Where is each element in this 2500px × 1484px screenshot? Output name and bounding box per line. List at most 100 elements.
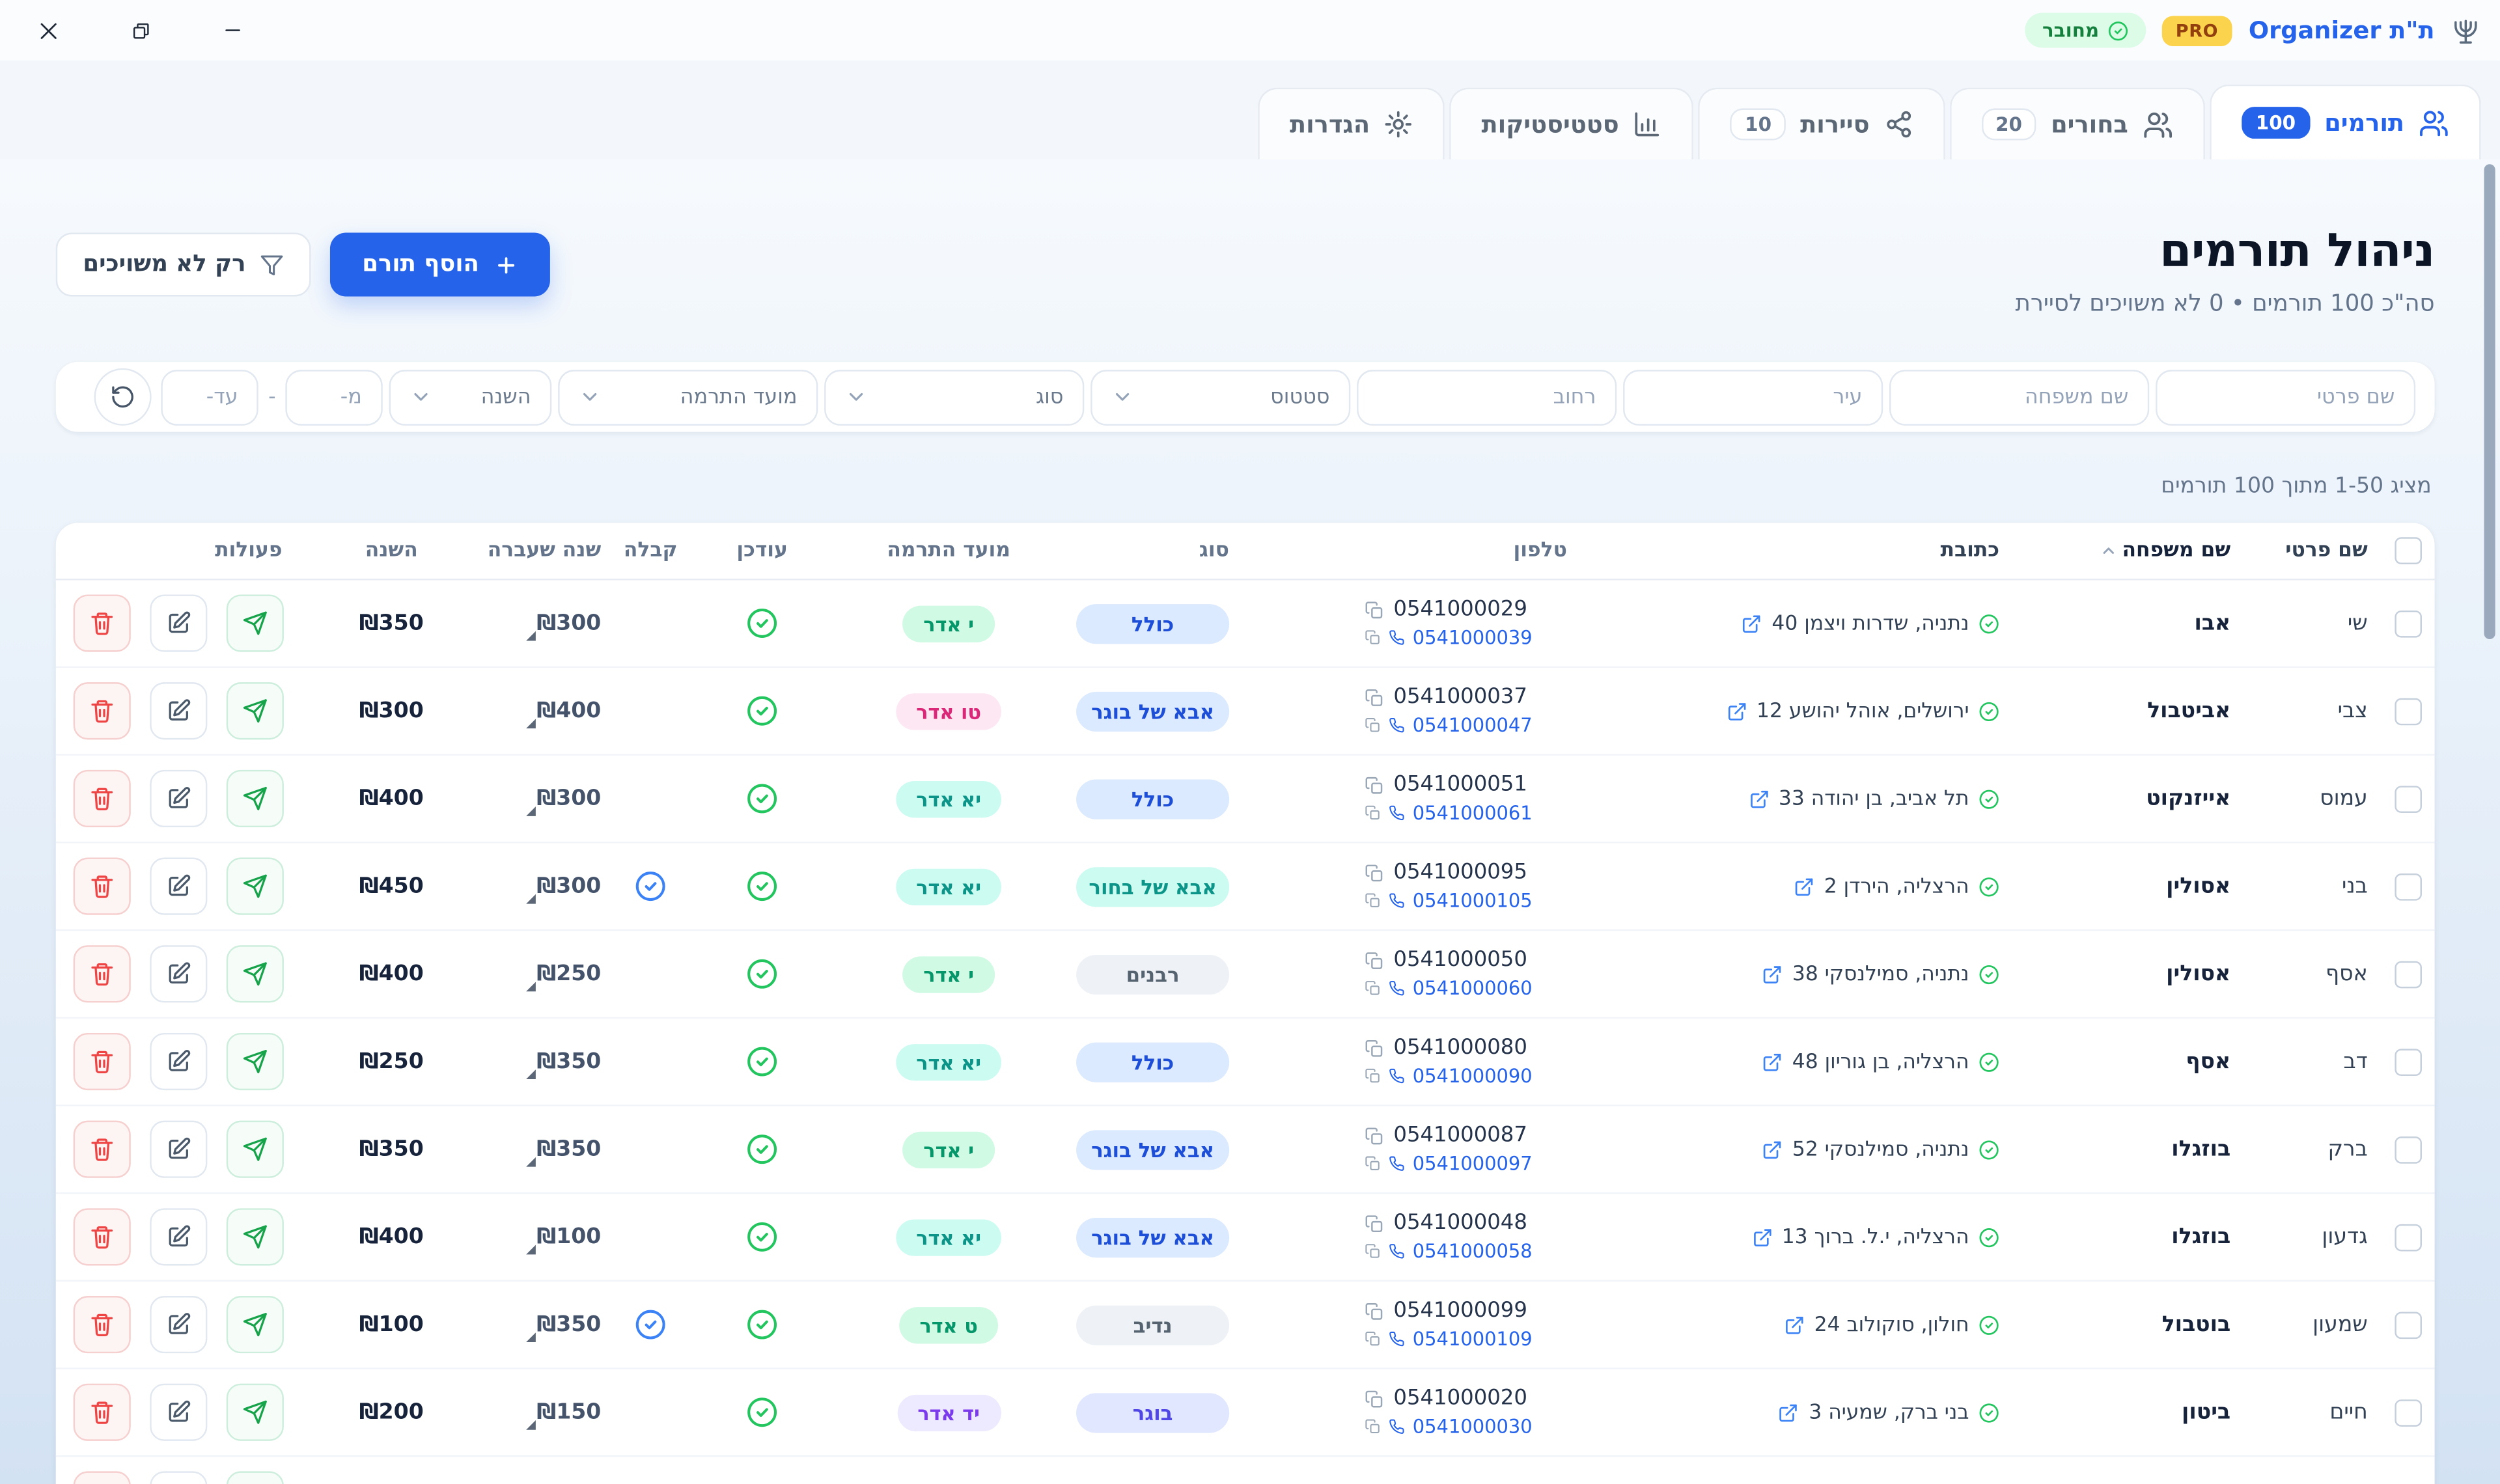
copy-icon[interactable] [1365,629,1380,645]
copy-icon[interactable] [1365,1331,1380,1347]
add-donor-button[interactable]: הוסף תורם [330,233,549,297]
edit-button[interactable] [150,858,207,915]
edit-button[interactable] [150,1121,207,1178]
tab-donors[interactable]: תורמים 100 [2210,85,2481,159]
window-restore-button[interactable] [118,8,163,53]
edit-button[interactable] [150,1296,207,1353]
delete-button[interactable] [74,1033,131,1090]
delete-button[interactable] [74,770,131,827]
street-filter-input[interactable] [1357,369,1617,425]
edit-button[interactable] [150,1471,207,1484]
external-link-icon[interactable] [1784,1314,1805,1335]
column-header-last-name[interactable]: שם משפחה [2041,523,2250,579]
row-checkbox[interactable] [2394,961,2421,988]
window-close-button[interactable] [25,8,70,53]
external-link-icon[interactable] [1794,876,1814,897]
donation-date-filter-select[interactable]: מועד התרמה [558,369,818,425]
delete-button[interactable] [74,594,131,652]
phone-icon[interactable] [1389,1068,1404,1084]
amount-to-input[interactable] [161,369,258,425]
copy-icon[interactable] [1365,951,1383,970]
row-checkbox[interactable] [2394,697,2421,724]
reset-filters-button[interactable] [94,368,152,426]
tab-statistics[interactable]: סטטיסטיקות [1450,88,1694,159]
edit-button[interactable] [150,594,207,652]
send-button[interactable] [227,945,284,1002]
send-button[interactable] [227,770,284,827]
last-name-filter-input[interactable] [1889,369,2149,425]
row-checkbox[interactable] [2394,610,2421,637]
copy-icon[interactable] [1365,1419,1380,1435]
phone-icon[interactable] [1389,1243,1404,1259]
copy-icon[interactable] [1365,775,1383,794]
phone-icon[interactable] [1389,1156,1404,1172]
tab-settings[interactable]: הגדרות [1258,88,1445,159]
copy-icon[interactable] [1365,892,1380,908]
copy-icon[interactable] [1365,1068,1380,1084]
external-link-icon[interactable] [1751,1226,1772,1247]
copy-icon[interactable] [1365,1243,1380,1259]
copy-icon[interactable] [1365,1039,1383,1058]
send-button[interactable] [227,1033,284,1090]
copy-icon[interactable] [1365,1126,1383,1145]
phone-icon[interactable] [1389,980,1404,996]
copy-icon[interactable] [1365,863,1383,882]
amount-from-input[interactable] [285,369,382,425]
select-all-checkbox[interactable] [2394,537,2421,564]
edit-button[interactable] [150,682,207,739]
tab-patrols[interactable]: סיירות 10 [1699,88,1945,159]
year-filter-select[interactable]: השנה [389,369,552,425]
send-button[interactable] [227,682,284,739]
external-link-icon[interactable] [1762,1139,1783,1160]
status-filter-select[interactable]: סטטוס [1090,369,1350,425]
row-checkbox[interactable] [2394,1224,2421,1251]
copy-icon[interactable] [1365,600,1383,619]
delete-button[interactable] [74,1471,131,1484]
copy-icon[interactable] [1365,980,1380,996]
copy-icon[interactable] [1365,688,1383,707]
external-link-icon[interactable] [1742,613,1762,634]
edit-button[interactable] [150,945,207,1002]
copy-icon[interactable] [1365,1156,1380,1172]
phone-icon[interactable] [1389,629,1404,645]
row-checkbox[interactable] [2394,785,2421,812]
copy-icon[interactable] [1365,1389,1383,1408]
tab-boys[interactable]: בחורים 20 [1949,88,2204,159]
row-checkbox[interactable] [2394,1311,2421,1338]
phone-icon[interactable] [1389,1331,1404,1347]
phone-icon[interactable] [1389,892,1404,908]
unassigned-filter-button[interactable]: רק לא משויכים [56,233,311,297]
first-name-filter-input[interactable] [2156,369,2415,425]
external-link-icon[interactable] [1762,1051,1783,1072]
delete-button[interactable] [74,1208,131,1265]
row-checkbox[interactable] [2394,1399,2421,1426]
row-checkbox[interactable] [2394,1048,2421,1075]
external-link-icon[interactable] [1762,963,1783,984]
delete-button[interactable] [74,858,131,915]
send-button[interactable] [227,1208,284,1265]
send-button[interactable] [227,1296,284,1353]
phone-icon[interactable] [1389,805,1404,821]
phone-icon[interactable] [1389,1419,1404,1435]
external-link-icon[interactable] [1727,700,1747,721]
city-filter-input[interactable] [1623,369,1883,425]
vertical-scrollbar-thumb[interactable] [2484,164,2495,639]
type-filter-select[interactable]: סוג [824,369,1084,425]
external-link-icon[interactable] [1779,1402,1799,1423]
edit-button[interactable] [150,1033,207,1090]
row-checkbox[interactable] [2394,1136,2421,1163]
delete-button[interactable] [74,945,131,1002]
phone-icon[interactable] [1389,717,1404,733]
external-link-icon[interactable] [1748,788,1769,809]
send-button[interactable] [227,858,284,915]
send-button[interactable] [227,1384,284,1441]
send-button[interactable] [227,1471,284,1484]
edit-button[interactable] [150,770,207,827]
edit-button[interactable] [150,1208,207,1265]
copy-icon[interactable] [1365,1302,1383,1321]
edit-button[interactable] [150,1384,207,1441]
delete-button[interactable] [74,1384,131,1441]
copy-icon[interactable] [1365,805,1380,821]
delete-button[interactable] [74,1296,131,1353]
copy-icon[interactable] [1365,1214,1383,1233]
